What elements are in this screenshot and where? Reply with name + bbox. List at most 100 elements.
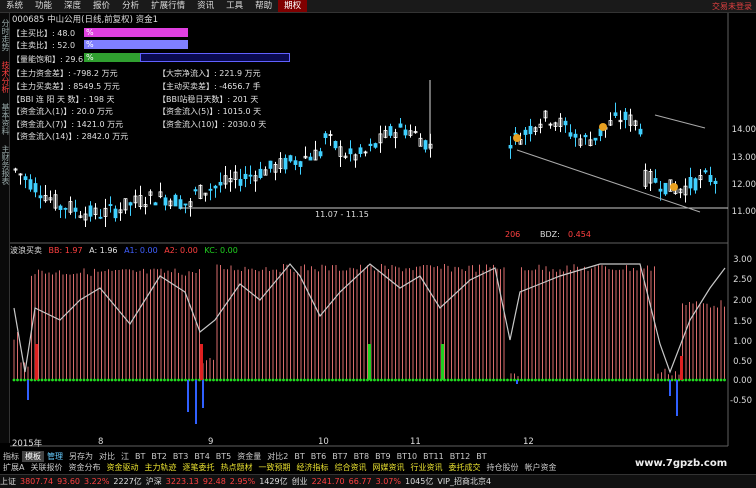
candle-body bbox=[98, 216, 103, 219]
tab-bt2[interactable]: BT2 bbox=[148, 452, 169, 461]
tab-bt5[interactable]: BT5 bbox=[213, 452, 234, 461]
candle-body bbox=[348, 148, 353, 155]
tab-jiang[interactable]: 江 bbox=[118, 451, 132, 462]
baseline-dot bbox=[677, 378, 681, 382]
price-tick: 14.00 bbox=[731, 125, 756, 135]
candle-body bbox=[638, 128, 643, 135]
baseline-dot bbox=[135, 378, 138, 382]
tab2-fund-dist[interactable]: 资金分布 bbox=[65, 462, 103, 473]
tab2-related[interactable]: 关联报价 bbox=[27, 462, 65, 473]
cy-amount: 1045亿 bbox=[404, 477, 434, 486]
cy-value: 2241.70 bbox=[311, 477, 345, 486]
candle-body bbox=[593, 137, 598, 141]
tab2-consensus[interactable]: 一致预期 bbox=[255, 462, 293, 473]
sh-label[interactable]: 上证 bbox=[0, 476, 16, 487]
baseline-dot bbox=[555, 378, 558, 382]
ind-tick: 0.00 bbox=[733, 376, 752, 386]
tab-bt3[interactable]: BT3 bbox=[170, 452, 191, 461]
sell-ratio: 【主卖比】: 52.0 bbox=[12, 41, 76, 50]
tab-template[interactable]: 模板 bbox=[22, 451, 44, 462]
tab2-web-news[interactable]: 网媒资讯 bbox=[369, 462, 407, 473]
candle-body bbox=[658, 188, 663, 192]
tab2-account[interactable]: 帐户资金 bbox=[521, 462, 559, 473]
candle-body bbox=[568, 132, 573, 137]
candle-body bbox=[243, 173, 248, 180]
ind-tick: 2.50 bbox=[733, 275, 752, 285]
tab-bt4[interactable]: BT4 bbox=[191, 452, 212, 461]
tab-bt1[interactable]: BT bbox=[132, 452, 148, 461]
baseline-dot bbox=[103, 378, 107, 382]
cy-change: 66.77 bbox=[348, 477, 372, 486]
tab2-holdings[interactable]: 持仓股份 bbox=[483, 462, 521, 473]
tab2-econ[interactable]: 经济指标 bbox=[293, 462, 331, 473]
hs-change: 92.48 bbox=[202, 477, 226, 486]
baseline-dot bbox=[222, 378, 226, 382]
baseline-dot bbox=[569, 378, 572, 382]
tab-bt7[interactable]: BT7 bbox=[329, 452, 350, 461]
candle-body bbox=[563, 120, 568, 126]
cy-label[interactable]: 创业 bbox=[292, 476, 308, 487]
bbi-days: 【BBI 连 阳 天 数】: 198 天 bbox=[12, 95, 115, 104]
baseline-dot bbox=[247, 378, 250, 382]
tab-bt10[interactable]: BT10 bbox=[394, 452, 421, 461]
baseline-dot bbox=[236, 378, 240, 382]
tab-compare[interactable]: 对比 bbox=[96, 451, 118, 462]
baseline-dot bbox=[61, 378, 65, 382]
tab2-orders[interactable]: 委托成交 bbox=[445, 462, 483, 473]
baseline-dot bbox=[688, 378, 691, 382]
tab-save-as[interactable]: 另存为 bbox=[66, 451, 96, 462]
baseline-dot bbox=[75, 378, 79, 382]
cy-pct: 3.07% bbox=[375, 477, 401, 486]
baseline-dot bbox=[19, 378, 23, 382]
tab-bt12[interactable]: BT12 bbox=[447, 452, 474, 461]
baseline-dot bbox=[306, 378, 310, 382]
tab2-general-news[interactable]: 综合资讯 bbox=[331, 462, 369, 473]
baseline-dot bbox=[607, 378, 611, 382]
baseline-dot bbox=[292, 378, 296, 382]
baseline-dot bbox=[205, 378, 208, 382]
indicator-name[interactable]: 波浪买卖 bbox=[10, 246, 42, 255]
baseline-dot bbox=[131, 378, 135, 382]
tab2-order-detail[interactable]: 逐笔委托 bbox=[179, 462, 217, 473]
baseline-dot bbox=[163, 378, 166, 382]
baseline-dot bbox=[450, 378, 453, 382]
hs-label[interactable]: 沪深 bbox=[146, 476, 162, 487]
baseline-dot bbox=[82, 378, 86, 382]
baseline-dot bbox=[460, 378, 464, 382]
baseline-dot bbox=[558, 378, 562, 382]
baseline-dot bbox=[170, 378, 173, 382]
baseline-dot bbox=[299, 378, 303, 382]
tab-manage[interactable]: 管理 bbox=[44, 451, 66, 462]
legend-a1: A1: 0.00 bbox=[124, 246, 158, 255]
hs-amount: 1429亿 bbox=[259, 477, 288, 486]
bdz-label: BDZ: bbox=[540, 230, 560, 239]
tab2-industry[interactable]: 行业资讯 bbox=[407, 462, 445, 473]
tab2-ext-a[interactable]: 扩展A bbox=[0, 462, 27, 473]
tab-bt8[interactable]: BT8 bbox=[351, 452, 372, 461]
tab-bt-last[interactable]: BT bbox=[473, 452, 489, 461]
candle-body bbox=[388, 126, 393, 136]
tab-bt11[interactable]: BT11 bbox=[420, 452, 447, 461]
baseline-dot bbox=[138, 378, 142, 382]
tab2-hot-topic[interactable]: 热点题材 bbox=[217, 462, 255, 473]
legend-bb: BB: 1.97 bbox=[48, 246, 83, 255]
tab2-main-track[interactable]: 主力轨迹 bbox=[141, 462, 179, 473]
tab-compare2[interactable]: 对比2 bbox=[264, 451, 291, 462]
tab-fund-volume[interactable]: 资金量 bbox=[234, 451, 264, 462]
baseline-dot bbox=[114, 378, 117, 382]
tab-bt6[interactable]: BT6 bbox=[308, 452, 329, 461]
baseline-dot bbox=[212, 378, 215, 382]
baseline-dot bbox=[425, 378, 429, 382]
baseline-dot bbox=[96, 378, 100, 382]
tab-indicator[interactable]: 指标 bbox=[0, 451, 22, 462]
tab-bt9[interactable]: BT9 bbox=[372, 452, 393, 461]
baseline-dot bbox=[229, 378, 233, 382]
baseline-dot bbox=[695, 378, 698, 382]
tab2-fund-drive[interactable]: 资金驱动 bbox=[103, 462, 141, 473]
baseline-dot bbox=[698, 378, 702, 382]
baseline-dot bbox=[562, 378, 565, 382]
candle-body bbox=[508, 144, 513, 149]
vip-label[interactable]: VIP_招商北京4 bbox=[437, 476, 491, 487]
tab-bt[interactable]: BT bbox=[291, 452, 307, 461]
baseline-dot bbox=[215, 378, 219, 382]
